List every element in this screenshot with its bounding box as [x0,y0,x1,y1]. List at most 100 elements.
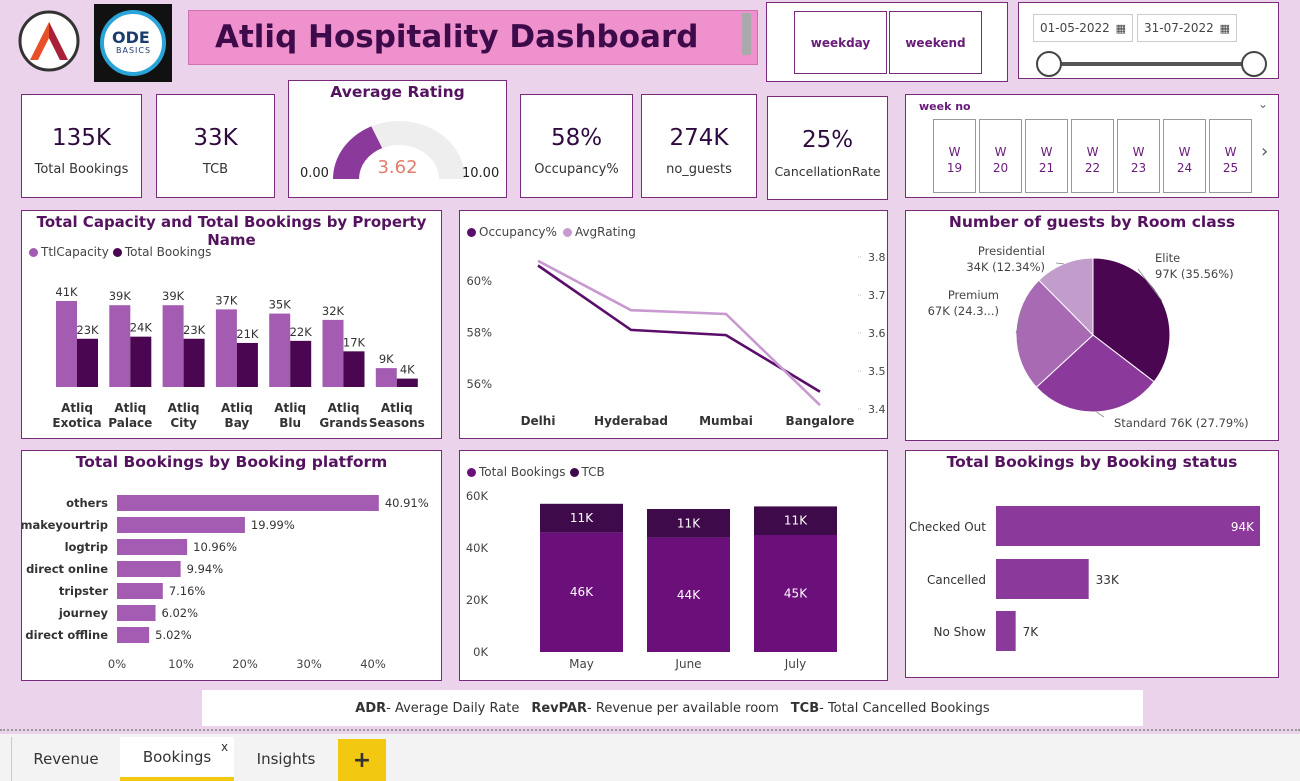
capacity-chart-svg: 41K23KAtliqExotica39K24KAtliqPalace39K23… [52,285,425,430]
bar-Total Bookings[interactable] [77,338,98,387]
platform-bar[interactable] [117,605,156,621]
week-button-20[interactable]: W 20 [979,119,1022,193]
y-tick-label: logtrip [65,540,108,554]
tab-label: Bookings [142,748,212,766]
kpi-occupancy: 58% Occupancy% [520,94,633,198]
occupancy-rating-line-chart: Occupancy% AvgRating 60% 58% 56% 3.8 3.7 3.6 3… [459,210,888,439]
x-tick-label: Atliq [221,401,253,415]
x-tick-label: Atliq [381,401,413,415]
y-right-tick: 3.7 [868,289,886,302]
x-tick-label: Exotica [52,416,101,430]
kpi-value: 274K [669,125,729,151]
weekday-button[interactable]: weekday [794,11,887,74]
week-button-25[interactable]: W 25 [1209,119,1252,193]
y-tick-label: Cancelled [927,573,986,587]
weekend-button[interactable]: weekend [889,11,982,74]
page-title: Atliq Hospitality Dashboard [215,19,699,55]
bar-TtlCapacity[interactable] [162,305,184,387]
tab-insights[interactable]: Insights [236,737,336,781]
y-tick-label: journey [58,606,109,620]
x-tick-label: Seasons [369,416,425,430]
status-bar[interactable] [996,611,1016,651]
date-slider-handle-end[interactable] [1241,51,1267,77]
bar-TtlCapacity[interactable] [375,368,397,387]
bar-Total Bookings[interactable] [396,378,418,387]
bar-data-label: 39K [109,289,132,303]
bar-data-label: 41K [55,285,78,299]
week-button-24[interactable]: W 24 [1163,119,1206,193]
bar-TtlCapacity[interactable] [322,319,344,387]
bar-TtlCapacity[interactable] [215,309,237,387]
day-type-slicer: weekday weekend [766,2,1008,82]
date-slider-handle-start[interactable] [1036,51,1062,77]
date-to-input[interactable]: 31-07-2022 ▦ [1137,14,1237,42]
bar-Total Bookings[interactable] [343,351,365,387]
kpi-label: no_guests [666,162,732,177]
chevron-down-icon[interactable]: ⌄ [1258,97,1268,111]
bar-data-label: 19.99% [251,518,295,532]
y-tick-label: makeyourtrip [22,518,108,532]
bar-data-label: 33K [1096,573,1120,587]
tab-bookings[interactable]: Bookings [120,737,234,781]
status-bar[interactable] [996,506,1260,546]
tab-revenue[interactable]: Revenue [12,737,120,781]
platform-bar[interactable] [117,539,188,555]
title-scrollbar[interactable] [742,13,751,55]
pie-leader-line [1096,411,1105,418]
week-button-19[interactable]: W 19 [933,119,976,193]
average-rating-gauge: Average Rating 3.62 0.00 10.00 [288,80,507,198]
platform-bar[interactable] [117,583,163,599]
add-page-button[interactable]: + [338,739,386,781]
bar-Total Bookings[interactable] [236,342,258,387]
week-button-23[interactable]: W 23 [1117,119,1160,193]
kpi-label: Total Bookings [34,162,129,177]
pie-label-value: 34K (12.34%) [966,260,1045,274]
x-tick-label: Palace [108,416,152,430]
x-tick-label: 30% [296,657,322,671]
bar-Total Bookings[interactable] [290,340,312,387]
booking-platform-chart: Total Bookings by Booking platform other… [21,450,442,681]
bar-Total Bookings[interactable] [130,336,152,387]
y-tick-label: others [66,496,108,510]
bar-TtlCapacity[interactable] [56,301,77,387]
footer-legend: ADR - Average Daily Rate RevPAR - Revenue… [202,690,1143,726]
platform-bar[interactable] [117,627,150,643]
close-tab-icon[interactable]: x [221,740,228,754]
platform-bar[interactable] [117,517,245,533]
bar-data-label: 7K [1023,625,1040,639]
monthly-bookings-chart: Total Bookings TCB 60K 40K 20K 0K 46K 11K May 4… [459,450,888,681]
atliq-logo [18,10,80,72]
week-button-21[interactable]: W 21 [1025,119,1068,193]
bar-data-label: 40.91% [385,496,429,510]
y-tick-label: No Show [933,625,986,639]
bar-data-label: 39K [162,289,185,303]
x-tick-label: Atliq [168,401,200,415]
x-tick-label: 20% [232,657,258,671]
logo-text-basics: BASICS [116,46,152,55]
status-chart-svg: Checked Out 94K Cancelled 33K No Show 7K [909,506,1260,651]
date-from-input[interactable]: 01-05-2022 ▦ [1033,14,1133,42]
y-tick-label: 40K [466,541,489,555]
bar-Total Bookings[interactable] [183,338,205,387]
y-tick-label: 20K [466,593,489,607]
y-tick-label: tripster [59,584,108,598]
week-button-22[interactable]: W 22 [1071,119,1114,193]
footer-text-tcb: - Total Cancelled Bookings [819,700,990,716]
logo-text-code: ODE [112,28,150,47]
x-tick-label: Bay [225,416,250,430]
platform-bar[interactable] [117,495,379,511]
footer-text-revpar: - Revenue per available room [587,700,779,716]
bar-TtlCapacity[interactable] [269,313,291,387]
pie-label: Standard 76K (27.79%) [1114,416,1249,430]
pie-label-value: 67K (24.3...) [928,304,999,318]
x-tick-label: Atliq [328,401,360,415]
pie-chart-svg: Elite 97K (35.56%) Standard 76K (27.79%) Pr… [928,244,1249,430]
bar-TtlCapacity[interactable] [109,305,131,387]
bar-data-label: 35K [269,298,292,312]
status-bar[interactable] [996,559,1089,599]
platform-bar[interactable] [117,561,181,577]
bar-data-label: 11K [570,511,594,525]
y-tick-label: 60K [466,489,489,503]
chevron-right-icon[interactable]: › [1261,141,1268,162]
kpi-value: 58% [550,125,603,151]
